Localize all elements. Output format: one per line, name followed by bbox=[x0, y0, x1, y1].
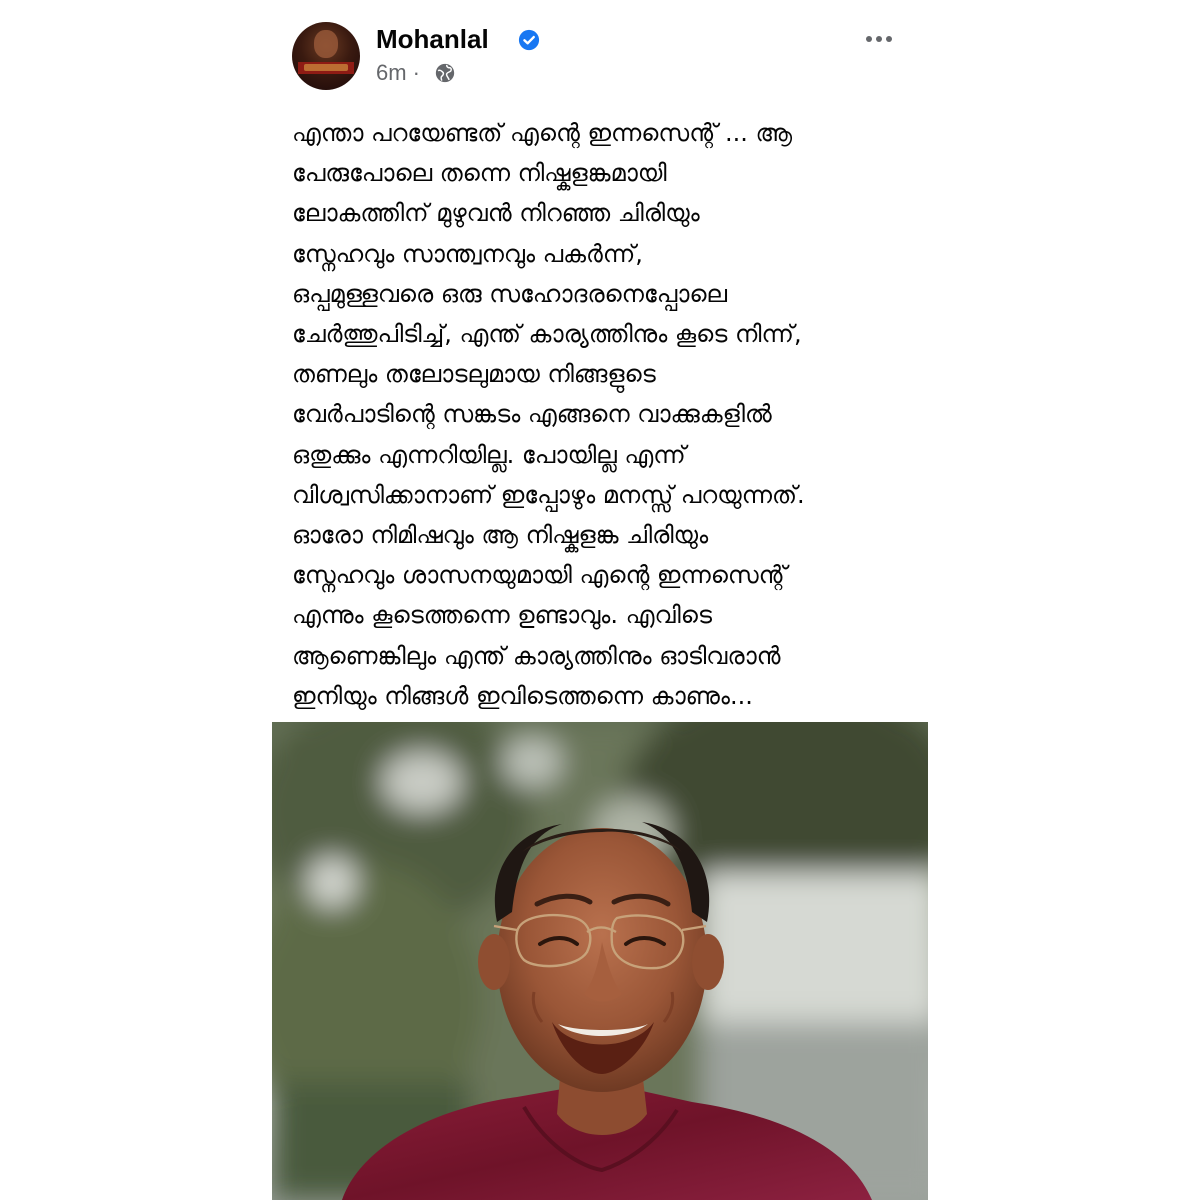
more-options-button[interactable] bbox=[866, 28, 900, 48]
post-text-line: ഓരോ നിമിഷവും ആ നിഷ്കളങ്ക ചിരിയും bbox=[292, 521, 709, 550]
more-dot bbox=[876, 35, 882, 42]
globe-icon[interactable] bbox=[434, 62, 456, 84]
post-text-line: സ്നേഹവും സാന്ത്വനവും പകർന്ന്, bbox=[292, 239, 643, 268]
portrait-photo bbox=[272, 722, 928, 1200]
post-text-line: വേർപാടിന്റെ സങ്കടം എങ്ങനെ വാക്കുകളിൽ bbox=[292, 400, 772, 429]
author-avatar[interactable] bbox=[292, 22, 360, 90]
more-dot bbox=[886, 35, 892, 42]
post-text-line: തണലും തലോടലുമായ നിങ്ങളുടെ bbox=[292, 360, 656, 389]
post-timestamp[interactable]: 6m bbox=[376, 60, 407, 85]
author-name[interactable]: Mohanlal bbox=[376, 24, 489, 55]
post-text-line: ചേർത്തുപിടിച്ച്, എന്ത് കാര്യത്തിനും കൂടെ… bbox=[292, 320, 802, 349]
post-text-line: എന്നും കൂടെത്തന്നെ ഉണ്ടാവും. എവിടെ bbox=[292, 601, 713, 630]
post-text-line: വിശ്വസിക്കാനാണ് ഇപ്പോഴും മനസ്സ് പറയുന്നത… bbox=[292, 480, 805, 509]
post-text-line: ലോകത്തിന് മുഴുവൻ നിറഞ്ഞ ചിരിയും bbox=[292, 199, 700, 228]
post-header: Mohanlal 6m · bbox=[292, 22, 912, 92]
post-text-line: ആണെങ്കിലും എന്ത് കാര്യത്തിനും ഓടിവരാൻ bbox=[292, 641, 781, 670]
post-text-line: ഇനിയും നിങ്ങൾ ഇവിടെത്തന്നെ കാണും... bbox=[292, 681, 753, 710]
post-text: എന്താ പറയേണ്ടത് എന്റെ ഇന്നസെന്റ് ... ആ പ… bbox=[292, 113, 932, 716]
post-text-line: ഒപ്പമുള്ളവരെ ഒരു സഹോദരനെപ്പോലെ bbox=[292, 279, 728, 308]
post-photo[interactable] bbox=[272, 722, 928, 1200]
post-text-line: സ്നേഹവും ശാസനയുമായി എന്റെ ഇന്നസെന്റ് bbox=[292, 561, 787, 590]
meta-separator: · bbox=[412, 60, 420, 85]
avatar-poster-title bbox=[304, 64, 348, 71]
more-dot bbox=[866, 35, 872, 42]
avatar-face bbox=[314, 30, 338, 58]
post-text-line: എന്താ പറയേണ്ടത് എന്റെ ഇന്നസെന്റ് ... ആ bbox=[292, 119, 793, 147]
post-text-line: ഒതുക്കും എന്നറിയില്ല. പോയില്ല എന്ന് bbox=[292, 440, 686, 469]
post-meta: 6m · bbox=[376, 60, 426, 86]
post-text-line: പേരുപോലെ തന്നെ നിഷ്കളങ്കമായി bbox=[292, 159, 667, 188]
verified-badge-icon bbox=[518, 29, 540, 51]
